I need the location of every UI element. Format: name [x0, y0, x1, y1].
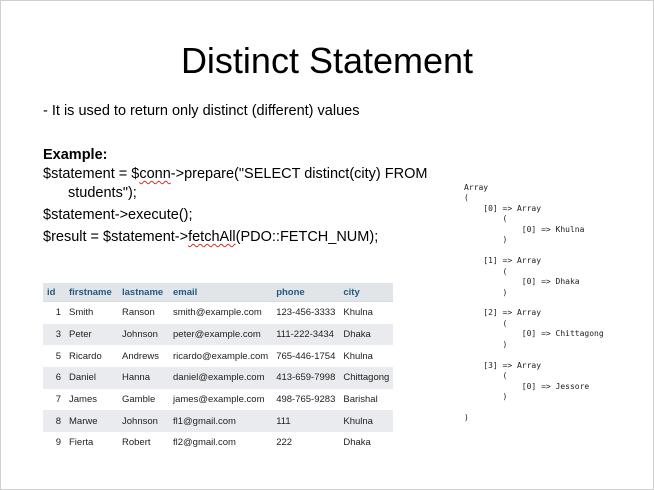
example-label: Example: — [43, 147, 108, 163]
cell-firstname: Ricardo — [65, 345, 118, 368]
table-row: 5 Ricardo Andrews ricardo@example.com 76… — [43, 345, 394, 368]
cell-email: james@example.com — [169, 388, 273, 411]
cell-phone: 413-659-7998 — [272, 367, 340, 389]
code-block: $statement = $conn->prepare("SELECT dist… — [43, 165, 443, 250]
cell-id: 7 — [43, 388, 65, 411]
cell-email: ricardo@example.com — [169, 345, 273, 368]
cell-id: 6 — [43, 367, 65, 389]
cell-lastname: Johnson — [118, 323, 169, 346]
cell-id: 8 — [43, 410, 65, 433]
cell-phone: 111 — [272, 410, 340, 433]
code-text: ->prepare("SELECT distinct(city) FROM — [170, 166, 428, 182]
column-header-city[interactable]: city — [339, 283, 394, 302]
cell-phone: 222 — [272, 432, 340, 454]
table-row: 1 Smith Ranson smith@example.com 123-456… — [43, 301, 394, 324]
cell-lastname: Hanna — [118, 367, 169, 389]
code-line-continuation: students"); — [68, 185, 137, 201]
cell-city: Barishal — [339, 388, 394, 411]
slide-title: Distinct Statement — [180, 40, 474, 81]
cell-id: 3 — [43, 323, 65, 346]
cell-phone: 123-456-3333 — [272, 301, 340, 324]
cell-lastname: Ranson — [118, 301, 169, 324]
cell-phone: 498-765-9283 — [272, 388, 340, 411]
column-header-email[interactable]: email — [169, 283, 273, 302]
cell-firstname: Fierta — [65, 432, 118, 454]
cell-city: Dhaka — [339, 432, 394, 454]
cell-id: 9 — [43, 432, 65, 454]
cell-phone: 111-222-3434 — [272, 323, 340, 346]
cell-city: Khulna — [339, 410, 394, 433]
print-r-output: Array ( [0] => Array ( [0] => Khulna ) [… — [464, 183, 604, 422]
cell-firstname: Daniel — [65, 367, 118, 389]
cell-firstname: Smith — [65, 301, 118, 324]
cell-email: fl2@gmail.com — [169, 432, 273, 454]
column-header-lastname[interactable]: lastname — [118, 283, 169, 302]
code-line-execute: $statement->execute(); — [43, 207, 193, 223]
cell-email: peter@example.com — [169, 323, 273, 346]
table-row: 7 James Gamble james@example.com 498-765… — [43, 388, 394, 411]
code-text-spellcheck: fetchAll — [188, 229, 236, 245]
table-row: 9 Fierta Robert fl2@gmail.com 222 Dhaka — [43, 432, 394, 454]
cell-firstname: Peter — [65, 323, 118, 346]
cell-phone: 765-446-1754 — [272, 345, 340, 368]
code-line-prepare: $statement = $conn->prepare("SELECT dist… — [43, 165, 443, 203]
cell-lastname: Robert — [118, 432, 169, 454]
cell-email: smith@example.com — [169, 301, 273, 324]
column-header-id[interactable]: id — [43, 283, 65, 302]
table-header-row: id firstname lastname email phone city — [43, 283, 394, 302]
cell-city: Khulna — [339, 345, 394, 368]
cell-lastname: Gamble — [118, 388, 169, 411]
code-text: $statement = $ — [43, 166, 140, 182]
slide-description: - It is used to return only distinct (di… — [43, 103, 360, 119]
cell-city: Chittagong — [339, 367, 394, 389]
cell-firstname: Marwe — [65, 410, 118, 433]
students-table: id firstname lastname email phone city 1… — [43, 283, 394, 454]
cell-firstname: James — [65, 388, 118, 411]
table-row: 3 Peter Johnson peter@example.com 111-22… — [43, 323, 394, 346]
slide: Distinct Statement - It is used to retur… — [0, 0, 654, 490]
column-header-firstname[interactable]: firstname — [65, 283, 118, 302]
table-row: 8 Marwe Johnson fl1@gmail.com 111 Khulna — [43, 410, 394, 433]
code-text: (PDO::FETCH_NUM); — [235, 229, 379, 245]
table-row: 6 Daniel Hanna daniel@example.com 413-65… — [43, 367, 394, 389]
code-text: $result = $statement-> — [43, 229, 189, 245]
cell-city: Dhaka — [339, 323, 394, 346]
cell-email: daniel@example.com — [169, 367, 273, 389]
cell-lastname: Andrews — [118, 345, 169, 368]
cell-city: Khulna — [339, 301, 394, 324]
cell-id: 5 — [43, 345, 65, 368]
code-line-fetch: $result = $statement->fetchAll(PDO::FETC… — [43, 228, 443, 247]
cell-lastname: Johnson — [118, 410, 169, 433]
code-text-spellcheck: conn — [139, 166, 171, 182]
cell-email: fl1@gmail.com — [169, 410, 273, 433]
cell-id: 1 — [43, 301, 65, 324]
column-header-phone[interactable]: phone — [272, 283, 340, 302]
